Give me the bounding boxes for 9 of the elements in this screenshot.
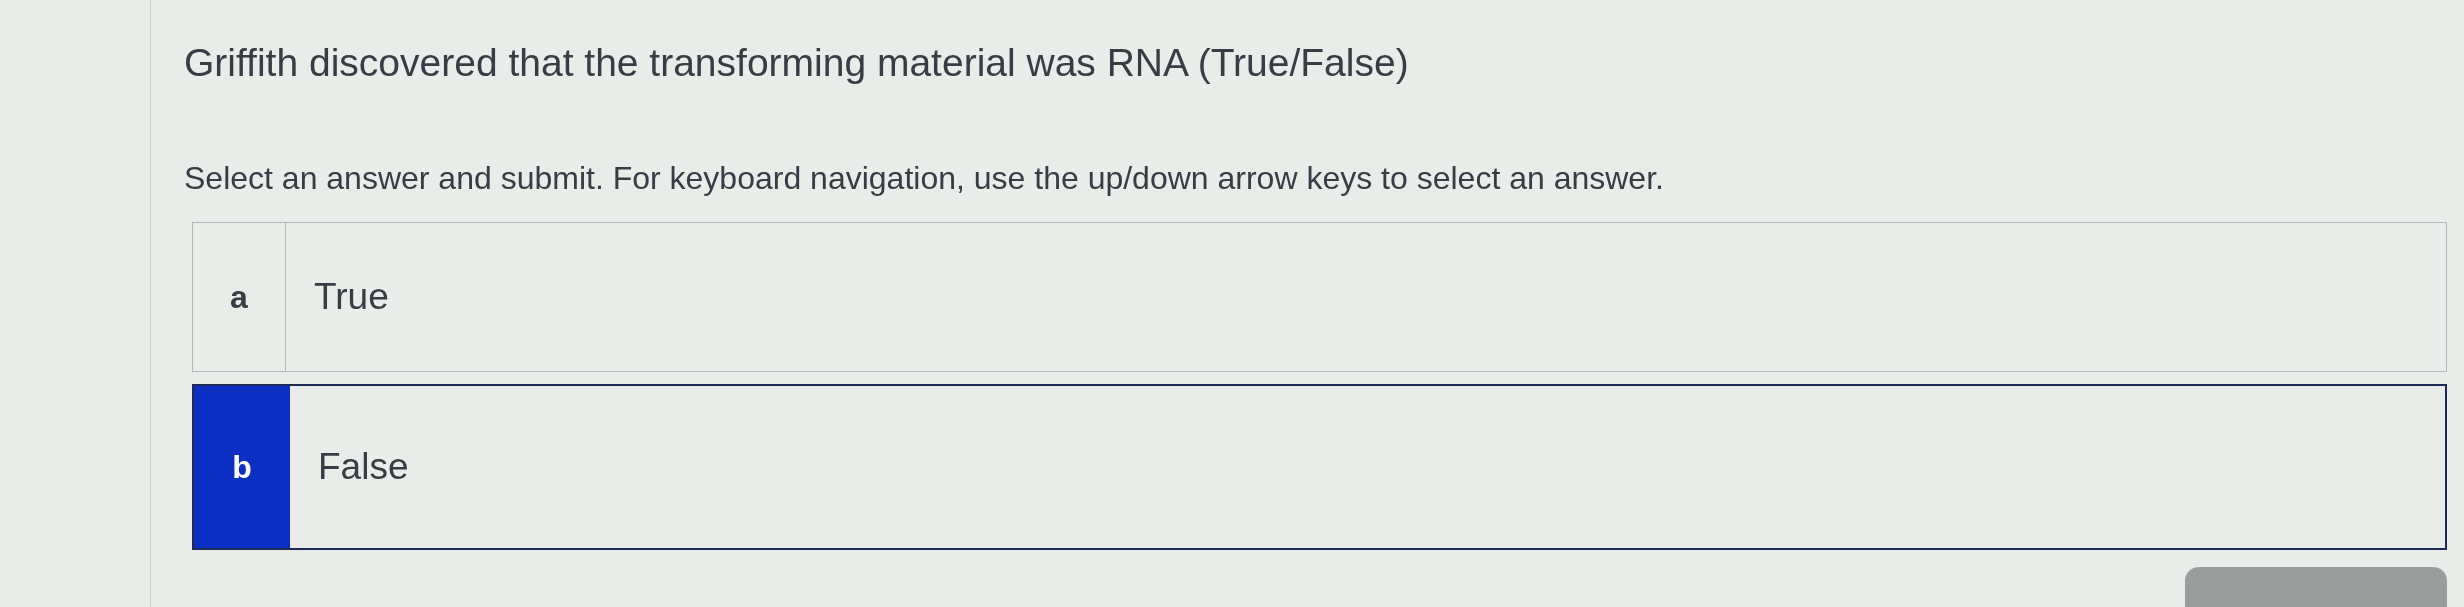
action-button[interactable] <box>2185 567 2447 607</box>
option-text: True <box>313 275 389 319</box>
option-text: False <box>317 445 409 489</box>
option-letter: a <box>193 223 286 371</box>
instructions-text: Select an answer and submit. For keyboard navigation, use the up/down arrow keys to select an answer. <box>184 159 1664 198</box>
answer-option[interactable]: b False <box>192 384 2447 550</box>
option-letter: b <box>194 386 290 548</box>
question-text: Griffith discovered that the transforming material was RNA (True/False) <box>184 40 1409 86</box>
answer-option[interactable]: a True <box>192 222 2447 372</box>
